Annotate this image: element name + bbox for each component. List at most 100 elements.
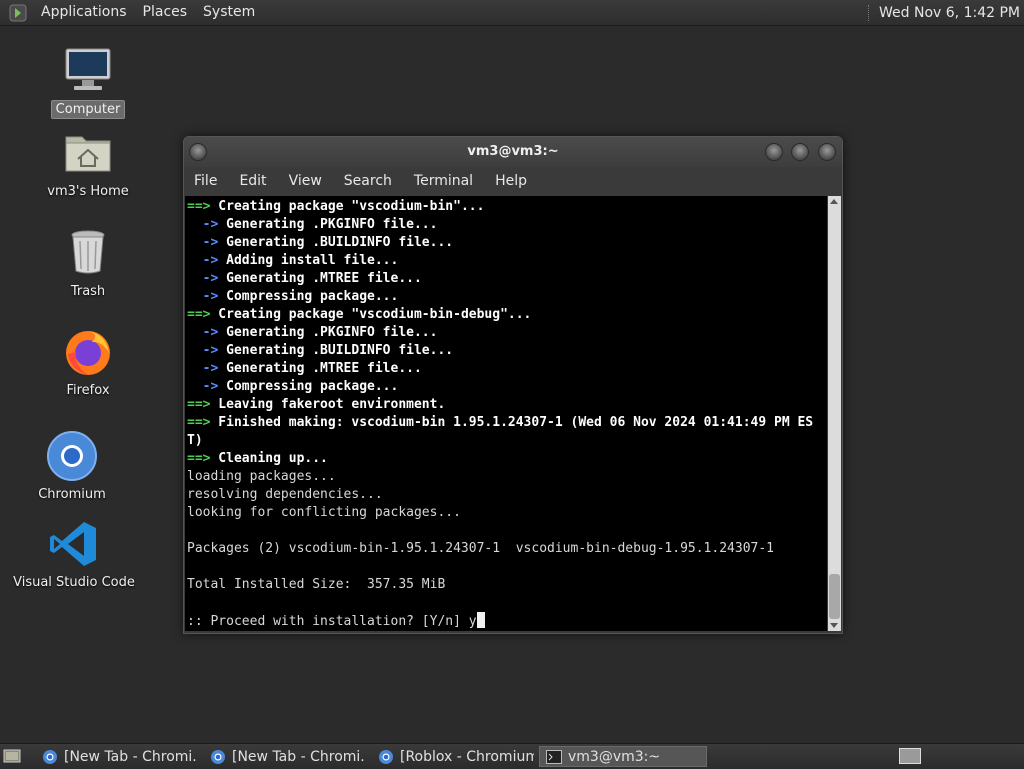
desktop-icon-label: Firefox: [66, 383, 110, 398]
terminal-line-text: Total Installed Size: 357.35 MiB: [187, 577, 446, 592]
taskbar-task[interactable]: [Roblox - Chromium]: [372, 746, 534, 767]
desktop-icon-trash[interactable]: Trash: [18, 227, 158, 300]
firefox-icon: [62, 326, 114, 378]
chromium-icon: [46, 430, 98, 482]
terminal-line: loading packages...: [187, 468, 827, 486]
terminal-cursor: [476, 612, 485, 628]
terminal-line: ==> Cleaning up...: [187, 450, 827, 468]
terminal-output[interactable]: ==> Creating package "vscodium-bin"... -…: [185, 196, 827, 631]
distro-logo-icon[interactable]: [7, 2, 29, 24]
terminal-line-prefix: ==>: [187, 397, 211, 412]
terminal-line-text: resolving dependencies...: [187, 487, 383, 502]
taskbar-task-active[interactable]: vm3@vm3:~: [539, 746, 707, 767]
terminal-line-text: Cleaning up...: [210, 451, 328, 466]
menu-help[interactable]: Help: [484, 167, 538, 195]
terminal-prompt: :: Proceed with installation? [Y/n]: [187, 614, 469, 629]
terminal-line-prefix: ->: [187, 217, 219, 232]
menu-edit[interactable]: Edit: [228, 167, 277, 195]
terminal-line: looking for conflicting packages...: [187, 504, 827, 522]
system-menu[interactable]: System: [195, 0, 263, 25]
terminal-window[interactable]: vm3@vm3:~ File Edit View Search Terminal…: [183, 136, 843, 634]
desktop-icon-firefox[interactable]: Firefox: [18, 326, 158, 399]
window-titlebar[interactable]: vm3@vm3:~: [184, 137, 842, 167]
terminal-line-text: Creating package "vscodium-bin-debug"...: [210, 307, 532, 322]
terminal-line: -> Generating .PKGINFO file...: [187, 324, 827, 342]
terminal-line-text: Generating .PKGINFO file...: [218, 325, 438, 340]
terminal-line-text: Leaving fakeroot environment.: [210, 397, 446, 412]
trash-icon: [62, 227, 114, 279]
menu-file[interactable]: File: [184, 167, 228, 195]
bottom-panel: [New Tab - Chromi... [New Tab - Chromi..…: [0, 743, 1024, 769]
terminal-line: ==> Leaving fakeroot environment.: [187, 396, 827, 414]
terminal-line-text: Generating .MTREE file...: [218, 361, 422, 376]
menu-terminal[interactable]: Terminal: [403, 167, 484, 195]
terminal-line-prefix: ->: [187, 271, 219, 286]
terminal-input[interactable]: y: [469, 614, 477, 629]
task-label: [New Tab - Chromi...: [64, 748, 198, 765]
menu-search[interactable]: Search: [333, 167, 403, 195]
terminal-line-text: Generating .PKGINFO file...: [218, 217, 438, 232]
terminal-scrollbar[interactable]: [828, 196, 841, 631]
chromium-icon: [378, 749, 394, 765]
desktop-icon-home[interactable]: vm3's Home: [18, 127, 158, 200]
terminal-line-prefix: ->: [187, 253, 219, 268]
task-label: [New Tab - Chromi...: [232, 748, 366, 765]
maximize-button[interactable]: [791, 143, 809, 161]
terminal-icon: [546, 749, 562, 765]
terminal-prompt-line[interactable]: :: Proceed with installation? [Y/n] y: [187, 612, 827, 630]
top-panel: Applications Places System Wed Nov 6, 1:…: [0, 0, 1024, 26]
panel-separator: [868, 4, 871, 21]
places-menu[interactable]: Places: [135, 0, 196, 25]
terminal-line-text: Generating .BUILDINFO file...: [218, 235, 454, 250]
terminal-line: ==> Finished making: vscodium-bin 1.95.1…: [187, 414, 827, 432]
terminal-line-prefix: ->: [187, 235, 219, 250]
terminal-line: Total Installed Size: 357.35 MiB: [187, 576, 827, 594]
home-folder-icon: [62, 127, 114, 179]
terminal-line-text: Adding install file...: [218, 253, 399, 268]
close-button[interactable]: [818, 143, 836, 161]
terminal-line: -> Generating .BUILDINFO file...: [187, 342, 827, 360]
vscode-icon: [48, 518, 100, 570]
terminal-line: -> Adding install file...: [187, 252, 827, 270]
computer-icon: [62, 44, 114, 96]
terminal-line: ==> Creating package "vscodium-bin-debug…: [187, 306, 827, 324]
taskbar-task[interactable]: [New Tab - Chromi...: [204, 746, 366, 767]
terminal-line-text: Compressing package...: [218, 379, 399, 394]
terminal-line-text: Compressing package...: [218, 289, 399, 304]
terminal-line-prefix: ->: [187, 361, 219, 376]
taskbar-task[interactable]: [New Tab - Chromi...: [36, 746, 198, 767]
chromium-icon: [42, 749, 58, 765]
applications-menu[interactable]: Applications: [33, 0, 135, 25]
terminal-line-prefix: ->: [187, 343, 219, 358]
desktop-icon-vscode[interactable]: Visual Studio Code: [4, 518, 144, 591]
window-title: vm3@vm3:~: [467, 144, 559, 159]
terminal-line: Packages (2) vscodium-bin-1.95.1.24307-1…: [187, 540, 827, 558]
terminal-line: -> Generating .BUILDINFO file...: [187, 234, 827, 252]
desktop-icon-label: Trash: [70, 284, 106, 299]
scroll-down-icon[interactable]: [830, 623, 838, 628]
terminal-line-prefix: ->: [187, 379, 219, 394]
desktop-icon-label: Chromium: [38, 487, 106, 502]
scroll-up-icon[interactable]: [830, 199, 838, 204]
terminal-line-prefix: ==>: [187, 451, 211, 466]
terminal-line: resolving dependencies...: [187, 486, 827, 504]
menu-view[interactable]: View: [278, 167, 333, 195]
desktop-icon-chromium[interactable]: Chromium: [2, 430, 142, 503]
terminal-line-prefix: ->: [187, 325, 219, 340]
terminal-line-text: Generating .MTREE file...: [218, 271, 422, 286]
task-label: [Roblox - Chromium]: [400, 748, 534, 765]
desktop-icon-computer[interactable]: Computer: [18, 44, 158, 119]
terminal-line-prefix: ->: [187, 289, 219, 304]
terminal-line-text: looking for conflicting packages...: [187, 505, 461, 520]
terminal-line-prefix: ==>: [187, 415, 211, 430]
workspace-switcher[interactable]: [899, 748, 921, 768]
scrollbar-thumb[interactable]: [829, 574, 840, 619]
terminal-line: T): [187, 432, 827, 450]
terminal-line-prefix: ==>: [187, 307, 211, 322]
clock[interactable]: Wed Nov 6, 1:42 PM: [879, 5, 1024, 21]
terminal-line-prefix: ==>: [187, 199, 211, 214]
minimize-button[interactable]: [765, 143, 783, 161]
show-desktop-icon[interactable]: [3, 748, 21, 768]
